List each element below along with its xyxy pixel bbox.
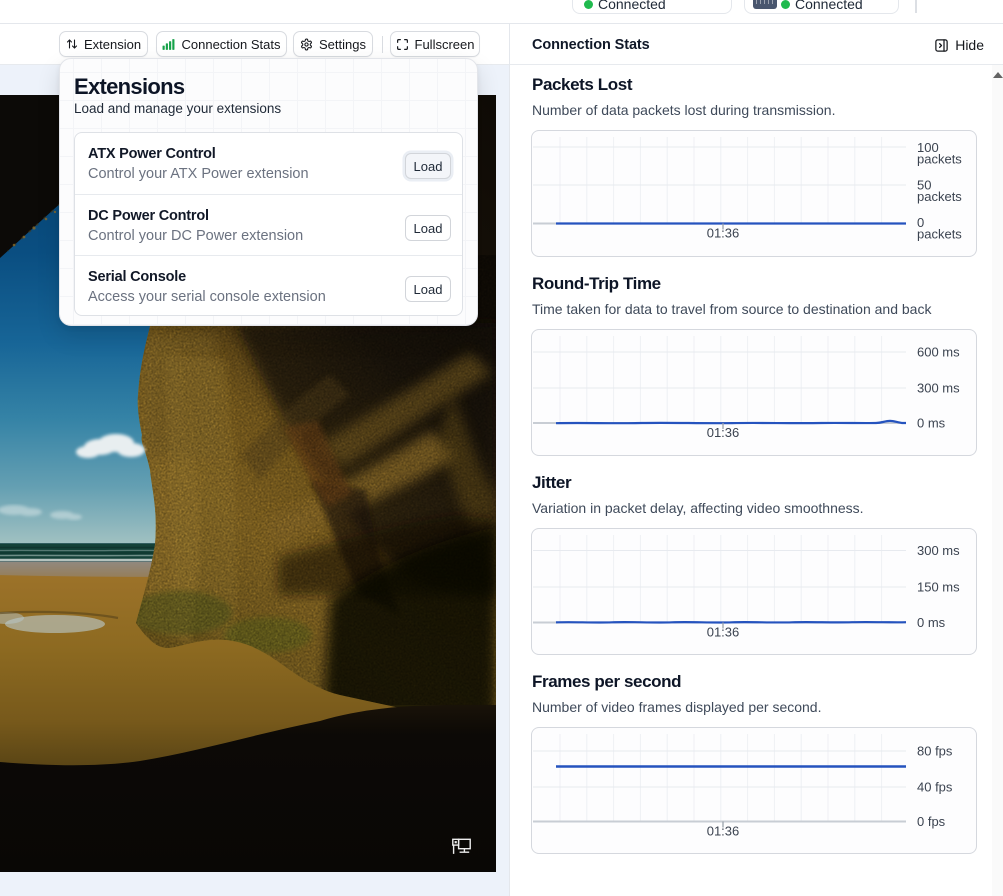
svg-text:01:36: 01:36 <box>707 625 740 640</box>
svg-text:300 ms: 300 ms <box>917 381 960 396</box>
svg-text:600 ms: 600 ms <box>917 345 960 360</box>
svg-text:packets: packets <box>917 152 962 167</box>
svg-text:packets: packets <box>917 189 962 204</box>
svg-text:0 ms: 0 ms <box>917 615 946 630</box>
svg-text:01:36: 01:36 <box>707 824 740 839</box>
svg-text:01:36: 01:36 <box>707 425 740 440</box>
svg-text:01:36: 01:36 <box>707 226 740 241</box>
svg-text:40 fps: 40 fps <box>917 780 953 795</box>
svg-text:0 fps: 0 fps <box>917 814 946 829</box>
svg-text:150 ms: 150 ms <box>917 580 960 595</box>
svg-text:packets: packets <box>917 227 962 242</box>
svg-text:80 fps: 80 fps <box>917 744 953 759</box>
svg-text:0 ms: 0 ms <box>917 416 946 431</box>
svg-text:300 ms: 300 ms <box>917 543 960 558</box>
